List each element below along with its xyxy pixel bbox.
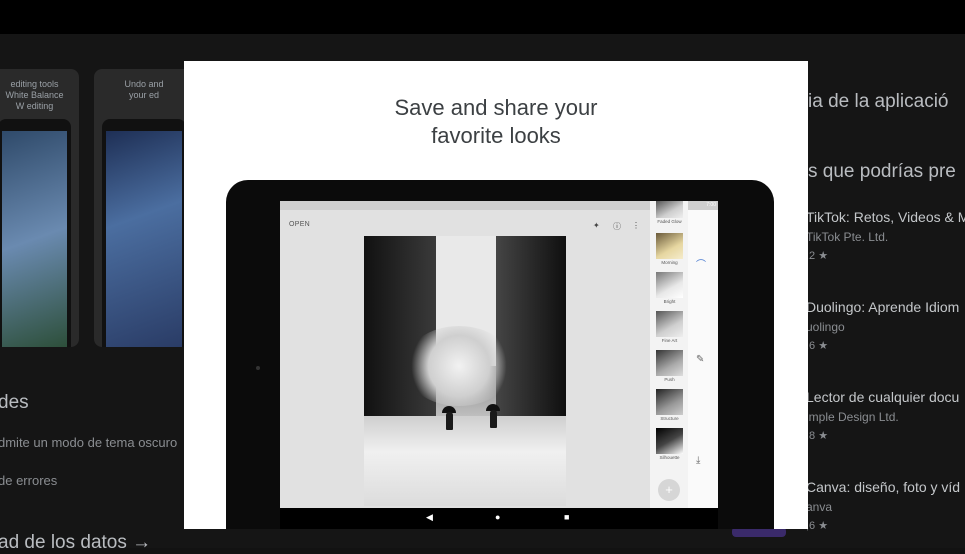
sidebar-heading: ia de la aplicació bbox=[808, 91, 949, 112]
look-thumbnail bbox=[656, 272, 683, 298]
modal-title: Save and share your favorite looks bbox=[394, 95, 598, 148]
look-label: Faded Glow bbox=[657, 219, 682, 224]
tablet-screen: OPEN ✦ ⓘ ⋮ Faded Glow Morning Bright Fin… bbox=[280, 201, 718, 529]
feature-line: dmite un modo de tema oscuro bbox=[0, 435, 178, 450]
app-card[interactable]: Canva: diseño, foto y víd anva ,6 ★ bbox=[806, 479, 960, 532]
app-rating: ,8 ★ bbox=[806, 430, 829, 442]
looks-panel: Faded Glow Morning Bright Fine Art Push … bbox=[650, 201, 688, 508]
tablet-camera bbox=[256, 366, 260, 370]
look-item[interactable]: Faded Glow bbox=[656, 201, 683, 224]
phone-frame bbox=[102, 119, 186, 347]
app-rating: ,6 ★ bbox=[806, 520, 829, 532]
photo-steam bbox=[404, 326, 514, 406]
app-developer: imple Design Ltd. bbox=[806, 410, 899, 424]
add-look-button[interactable]: + bbox=[658, 479, 680, 501]
more-vert-icon[interactable]: ⋮ bbox=[632, 221, 640, 230]
look-thumbnail bbox=[656, 201, 683, 218]
phone-screen bbox=[106, 131, 182, 347]
app-developer: uolingo bbox=[806, 320, 845, 334]
screenshot-caption: Undo and your ed bbox=[124, 79, 164, 100]
screenshot-caption: editing tools White Balance W editing bbox=[5, 79, 64, 111]
status-time: 7:00 bbox=[706, 202, 716, 208]
recents-icon[interactable]: ■ bbox=[564, 512, 569, 522]
look-label: Push bbox=[664, 377, 675, 382]
screenshot-thumbnail-1[interactable]: editing tools White Balance W editing bbox=[0, 69, 79, 347]
photo-editor: OPEN ✦ ⓘ ⋮ bbox=[280, 201, 650, 508]
look-item[interactable]: Morning bbox=[656, 233, 683, 265]
look-label: Silhouette bbox=[659, 455, 680, 460]
back-icon[interactable]: ◀ bbox=[426, 512, 433, 523]
status-bar-right: 7:00 bbox=[688, 201, 718, 210]
app-card[interactable]: Duolingo: Aprende Idiom uolingo ,6 ★ bbox=[806, 299, 959, 352]
home-icon[interactable]: ● bbox=[495, 512, 500, 522]
look-thumbnail bbox=[656, 428, 683, 454]
look-label: Bright bbox=[663, 299, 676, 304]
look-thumbnail bbox=[656, 311, 683, 337]
edited-photo bbox=[364, 236, 566, 506]
app-name: Lector de cualquier docu bbox=[806, 389, 960, 405]
look-label: Fine Art bbox=[661, 338, 678, 343]
app-developer: anva bbox=[806, 500, 833, 514]
look-item[interactable]: Bright bbox=[656, 272, 683, 304]
feature-line: de errores bbox=[0, 473, 58, 488]
look-thumbnail bbox=[656, 233, 683, 259]
look-item[interactable]: Silhouette bbox=[656, 428, 683, 460]
features-title: des bbox=[0, 392, 29, 413]
info-icon[interactable]: ⓘ bbox=[613, 221, 621, 232]
top-bar bbox=[0, 0, 965, 34]
look-thumbnail bbox=[656, 350, 683, 376]
phone-screen bbox=[2, 131, 67, 347]
app-card[interactable]: TikTok: Retos, Videos & M TikTok Pte. Lt… bbox=[806, 209, 965, 262]
wand-icon[interactable]: ✦ bbox=[593, 221, 600, 230]
tool-rail: 7:00 ⌒ ✎ ⤓ bbox=[688, 201, 718, 508]
download-icon[interactable]: ⤓ bbox=[696, 455, 700, 466]
app-developer: TikTok Pte. Ltd. bbox=[806, 230, 889, 244]
screenshot-thumbnail-2[interactable]: Undo and your ed bbox=[94, 69, 194, 347]
screenshot-viewer-modal: Save and share your favorite looks OPEN … bbox=[184, 61, 808, 529]
status-bar bbox=[280, 201, 650, 210]
look-item[interactable]: Push bbox=[656, 350, 683, 382]
data-safety-link[interactable]: ad de los datos → bbox=[0, 532, 151, 554]
look-item[interactable]: Structure bbox=[656, 389, 683, 421]
look-thumbnail bbox=[656, 389, 683, 415]
app-name: TikTok: Retos, Videos & M bbox=[806, 209, 965, 225]
styles-icon[interactable]: ⌒ bbox=[696, 256, 706, 271]
app-name: Canva: diseño, foto y víd bbox=[806, 479, 961, 495]
app-card[interactable]: Lector de cualquier docu imple Design Lt… bbox=[806, 389, 959, 442]
look-label: Morning bbox=[661, 260, 678, 265]
photo-person bbox=[490, 410, 497, 428]
app-rating: ,2 ★ bbox=[806, 250, 829, 262]
edit-icon[interactable]: ✎ bbox=[696, 354, 704, 365]
photo-building-right bbox=[496, 236, 566, 431]
photo-snow bbox=[364, 416, 566, 506]
sidebar-heading: s que podrías pre bbox=[808, 161, 956, 182]
app-name: Duolingo: Aprende Idiom bbox=[806, 299, 960, 315]
look-item[interactable]: Fine Art bbox=[656, 311, 683, 343]
photo-person bbox=[446, 412, 453, 430]
open-button[interactable]: OPEN bbox=[289, 221, 310, 228]
look-label: Structure bbox=[660, 416, 679, 421]
app-rating: ,6 ★ bbox=[806, 340, 829, 352]
phone-frame bbox=[0, 119, 71, 347]
android-nav-bar: ◀ ● ■ bbox=[280, 508, 718, 529]
